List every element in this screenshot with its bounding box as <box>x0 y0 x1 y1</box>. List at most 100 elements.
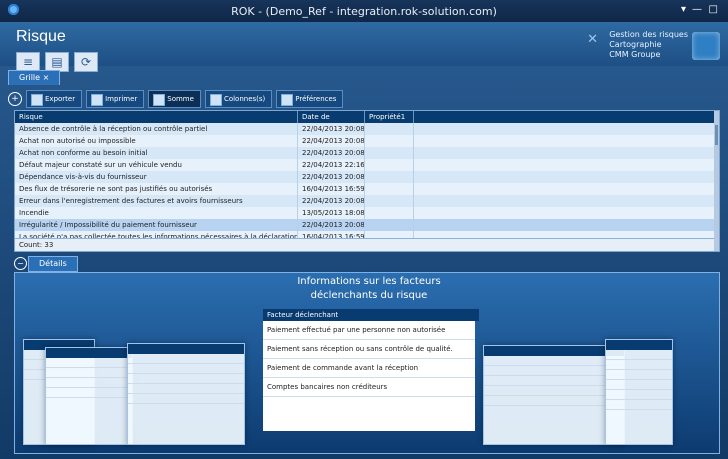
card-line <box>606 390 672 400</box>
app-window: ROK - (Demo_Ref - integration.rok-soluti… <box>0 0 728 459</box>
trigger-factors-panel: Informations sur les facteurs déclenchan… <box>263 273 479 431</box>
empty-cell <box>414 195 719 207</box>
risk-cell: Absence de contrôle à la réception ou co… <box>15 123 298 135</box>
empty-cell <box>414 123 719 135</box>
date-cell: 22/04/2013 20:08:24 <box>298 171 365 183</box>
trigger-factors-list: Paiement effectué par une personne non a… <box>263 321 475 431</box>
risk-grid: Risque Date de modification Propriété1 A… <box>14 110 720 252</box>
table-row[interactable]: Des flux de trésorerie ne sont pas justi… <box>15 183 719 195</box>
title-bar: ROK - (Demo_Ref - integration.rok-soluti… <box>0 0 728 22</box>
tab-grid[interactable]: Grille × <box>8 70 61 85</box>
empty-cell <box>414 147 719 159</box>
risk-cell: Incendie <box>15 207 298 219</box>
print-button[interactable]: Imprimer <box>86 90 145 108</box>
risk-cell: Des flux de trésorerie ne sont pas justi… <box>15 183 298 195</box>
date-cell: 22/04/2013 20:08:24 <box>298 195 365 207</box>
table-row[interactable]: Absence de contrôle à la réception ou co… <box>15 123 719 135</box>
left-card-3 <box>127 343 245 445</box>
collapse-icon[interactable]: − <box>14 257 27 270</box>
risk-cell: Dépendance vis-à-vis du fournisseur <box>15 171 298 183</box>
list-item[interactable]: Paiement effectué par une personne non a… <box>263 321 475 340</box>
export-label: Exporter <box>45 95 76 103</box>
card-line <box>128 354 244 364</box>
trigger-factors-header[interactable]: Facteur déclenchant <box>263 309 479 321</box>
preferences-button[interactable]: Préférences <box>276 90 344 108</box>
left-card-2 <box>45 347 133 445</box>
module-header: Risque ≡ ▤ ⟳ ✕ Gestion des risques Carto… <box>0 22 728 72</box>
card-line <box>606 380 672 390</box>
close-icon[interactable]: ✕ <box>587 32 598 47</box>
property-cell <box>365 147 414 159</box>
column-header-empty <box>414 111 719 123</box>
card-line <box>128 384 244 394</box>
date-cell: 22/04/2013 20:08:24 <box>298 135 365 147</box>
card-line <box>484 376 624 386</box>
table-row[interactable]: Incendie13/05/2013 18:08:52 <box>15 207 719 219</box>
columns-icon <box>209 94 222 106</box>
date-cell: 22/04/2013 20:08:24 <box>298 123 365 135</box>
list-view-icon[interactable]: ≡ <box>16 52 40 72</box>
maximize-icon[interactable]: □ <box>709 5 718 15</box>
chart-view-icon[interactable]: ▤ <box>45 52 69 72</box>
card-line <box>128 374 244 384</box>
print-icon <box>91 94 104 106</box>
tab-strip: Grille × <box>8 70 720 85</box>
refresh-view-icon[interactable]: ⟳ <box>74 52 98 72</box>
card-line <box>606 350 672 360</box>
card-line <box>128 364 244 374</box>
export-button[interactable]: Exporter <box>26 90 83 108</box>
card-line <box>484 356 624 366</box>
list-item[interactable]: Paiement de commande avant la réception <box>263 359 475 378</box>
columns-button[interactable]: Colonnes(s) <box>204 90 273 108</box>
details-tabbar: − Détails <box>14 256 718 272</box>
card-line <box>484 386 624 396</box>
risk-cell: Achat non autorisé ou impossible <box>15 135 298 147</box>
module-title: Risque <box>16 28 66 45</box>
right-card-1 <box>483 345 625 445</box>
empty-cell <box>414 135 719 147</box>
table-row[interactable]: Dépendance vis-à-vis du fournisseur 22/04… <box>15 171 719 183</box>
card-line <box>484 396 624 406</box>
card-header <box>128 344 244 354</box>
date-cell: 16/04/2013 16:59:28 <box>298 183 365 195</box>
table-row[interactable]: Défaut majeur constaté sur un véhicule v… <box>15 159 719 171</box>
property-cell <box>365 207 414 219</box>
table-row[interactable]: Achat non conforme au besoin initial 22/0… <box>15 147 719 159</box>
table-row[interactable]: Achat non autorisé ou impossible 22/04/20… <box>15 135 719 147</box>
date-cell: 22/04/2013 20:08:24 <box>298 219 365 231</box>
card-header <box>46 348 132 358</box>
risk-cell: Achat non conforme au besoin initial <box>15 147 298 159</box>
card-line <box>46 368 132 378</box>
grid-body: Absence de contrôle à la réception ou co… <box>15 123 719 243</box>
risk-cell: Défaut majeur constaté sur un véhicule v… <box>15 159 298 171</box>
preferences-icon <box>281 94 294 106</box>
table-row-selected[interactable]: Irrégularité / Impossibilité du paiement… <box>15 219 719 231</box>
grid-toolbar: + Exporter Imprimer Somme Colonnes(s) Pr… <box>8 90 720 108</box>
export-icon <box>31 94 43 106</box>
info-line-1: Gestion des risques <box>609 30 688 39</box>
property-cell <box>365 135 414 147</box>
risk-cell: Erreur dans l'enregistrement des facture… <box>15 195 298 207</box>
list-item[interactable]: Comptes bancaires non créditeurs <box>263 378 475 397</box>
property-cell <box>365 183 414 195</box>
date-cell: 22/04/2013 22:16:59 <box>298 159 365 171</box>
right-card-2 <box>605 339 673 445</box>
property-cell <box>365 195 414 207</box>
card-line <box>606 360 672 370</box>
column-header-risque[interactable]: Risque <box>15 111 298 123</box>
brand-logo <box>692 32 720 60</box>
property-cell <box>365 159 414 171</box>
tab-details[interactable]: Détails <box>28 256 78 272</box>
menu-icon[interactable]: ▾ <box>681 5 686 15</box>
table-row[interactable]: Erreur dans l'enregistrement des facture… <box>15 195 719 207</box>
list-item[interactable]: Paiement sans réception ou sans contrôle… <box>263 340 475 359</box>
minimize-icon[interactable]: — <box>692 5 702 15</box>
scrollbar-thumb[interactable] <box>715 125 718 145</box>
property-cell <box>365 123 414 135</box>
column-header-date[interactable]: Date de modification <box>298 111 365 133</box>
column-header-property[interactable]: Propriété1 <box>365 111 414 123</box>
expand-icon[interactable]: + <box>8 92 22 106</box>
grid-scrollbar[interactable] <box>714 111 719 251</box>
empty-cell <box>414 171 719 183</box>
sum-button[interactable]: Somme <box>148 90 201 108</box>
